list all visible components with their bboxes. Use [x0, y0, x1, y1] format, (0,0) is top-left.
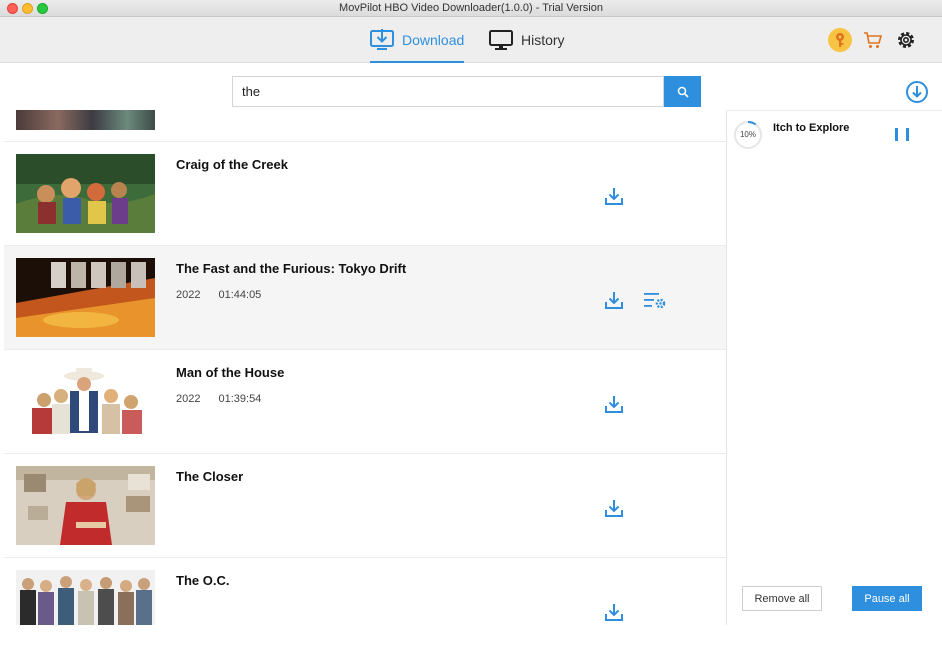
pause-icon-bar: [906, 128, 909, 141]
toolbar: Download History: [0, 17, 942, 63]
download-button[interactable]: [602, 496, 626, 520]
search-results-list[interactable]: Craig of the Creek The Fast and the Furi…: [0, 110, 726, 625]
cart-icon[interactable]: [861, 28, 885, 52]
tab-download-label: Download: [402, 32, 465, 48]
list-item[interactable]: The Closer: [4, 454, 726, 558]
queue-divider: [727, 110, 942, 111]
search-input[interactable]: [232, 76, 664, 107]
poster-thumbnail: [16, 258, 155, 337]
result-title: Man of the House: [176, 365, 285, 380]
result-title: The O.C.: [176, 573, 230, 588]
app-window: MovPilot HBO Video Downloader(1.0.0) - T…: [0, 0, 942, 649]
panel-divider: [726, 110, 727, 625]
download-icon: [605, 396, 623, 413]
pause-all-button[interactable]: Pause all: [852, 586, 922, 611]
pause-icon-bar: [895, 128, 898, 141]
result-year: 2022: [176, 393, 201, 405]
download-button[interactable]: [602, 184, 626, 208]
list-item[interactable]: Man of the House 2022 01:39:54: [4, 350, 726, 454]
list-item[interactable]: The Fast and the Furious: Tokyo Drift 20…: [4, 246, 726, 350]
download-icon: [605, 500, 623, 517]
result-duration: 01:39:54: [218, 393, 262, 405]
window-title: MovPilot HBO Video Downloader(1.0.0) - T…: [339, 2, 603, 14]
download-settings-button[interactable]: [642, 288, 668, 312]
task-progress-label: 10%: [739, 130, 756, 139]
poster-thumbnail: [16, 362, 155, 441]
tab-history-label: History: [521, 32, 565, 48]
tab-download[interactable]: Download: [370, 17, 465, 63]
key-icon[interactable]: [828, 28, 852, 52]
result-title: The Fast and the Furious: Tokyo Drift: [176, 261, 407, 276]
download-icon: [605, 188, 623, 205]
monitor-icon: [489, 30, 513, 50]
gear-icon[interactable]: [894, 28, 918, 52]
result-title: Craig of the Creek: [176, 157, 288, 172]
window-bottom-margin: [0, 625, 942, 649]
pause-task-button[interactable]: [895, 128, 909, 144]
remove-all-button[interactable]: Remove all: [742, 586, 822, 611]
poster-thumbnail: [16, 570, 155, 625]
poster-thumbnail: [16, 466, 155, 545]
list-settings-icon: [644, 293, 666, 309]
list-item[interactable]: The O.C.: [4, 558, 726, 625]
poster-thumbnail: [16, 154, 155, 233]
poster-thumbnail: [16, 110, 155, 130]
tab-history[interactable]: History: [489, 17, 565, 63]
active-tab-indicator: [370, 61, 465, 63]
title-bar: MovPilot HBO Video Downloader(1.0.0) - T…: [0, 0, 942, 17]
task-title: Itch to Explore: [773, 122, 850, 134]
download-button[interactable]: [602, 600, 626, 624]
result-year: 2022: [176, 289, 201, 301]
list-item[interactable]: Craig of the Creek: [4, 142, 726, 246]
result-duration: 01:44:05: [218, 289, 262, 301]
download-tab-icon: [370, 29, 394, 50]
search-button[interactable]: [664, 76, 701, 107]
download-queue-icon[interactable]: [905, 80, 929, 104]
download-icon: [605, 604, 623, 621]
result-meta: 2022 01:39:54: [176, 393, 261, 405]
result-title: The Closer: [176, 469, 244, 484]
download-button[interactable]: [602, 392, 626, 416]
download-button[interactable]: [602, 288, 626, 312]
download-icon: [605, 292, 623, 309]
result-meta: 2022 01:44:05: [176, 289, 261, 301]
search-icon: [677, 86, 689, 98]
list-item: [4, 110, 726, 142]
